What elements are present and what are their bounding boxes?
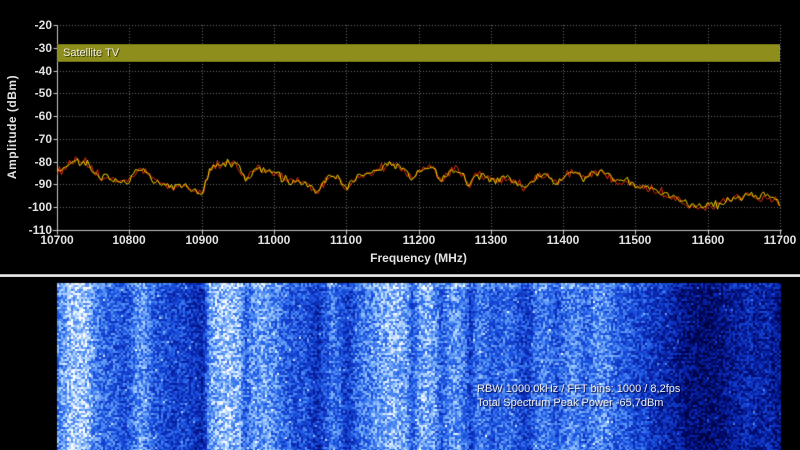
spectrum-panel: Satellite TV Amplitude (dBm) Frequency (… <box>0 0 800 274</box>
waterfall-panel: RBW 1000,0kHz / FFT bins: 1000 / 8,2fps … <box>0 277 800 450</box>
x-tick-label: 10700 <box>25 234 89 247</box>
y-tick-label: -90 <box>0 178 52 191</box>
band-marker-label: Satellite TV <box>57 45 780 61</box>
x-tick-label: 10900 <box>170 234 234 247</box>
x-tick-label: 11700 <box>748 234 800 247</box>
x-tick-label: 10800 <box>97 234 161 247</box>
frequency-axis-title: Frequency (MHz) <box>57 251 780 265</box>
y-tick-label: -70 <box>0 133 52 146</box>
y-tick-label: -100 <box>0 201 52 214</box>
satellite-tv-band-marker: Satellite TV <box>57 44 780 62</box>
x-tick-label: 11400 <box>531 234 595 247</box>
x-tick-label: 11100 <box>314 234 378 247</box>
y-tick-label: -80 <box>0 156 52 169</box>
x-tick-label: 11000 <box>242 234 306 247</box>
rbw-fft-status-text: RBW 1000,0kHz / FFT bins: 1000 / 8,2fps <box>477 382 680 396</box>
spectrum-analyzer-app: Satellite TV Amplitude (dBm) Frequency (… <box>0 0 800 450</box>
y-tick-label: -60 <box>0 110 52 123</box>
waterfall-status-overlay: RBW 1000,0kHz / FFT bins: 1000 / 8,2fps … <box>477 382 680 410</box>
y-tick-label: -40 <box>0 65 52 78</box>
y-tick-label: -50 <box>0 87 52 100</box>
x-tick-label: 11600 <box>676 234 740 247</box>
x-tick-label: 11500 <box>603 234 667 247</box>
y-tick-label: -20 <box>0 19 52 32</box>
peak-power-status-text: Total Spectrum Peak Power -65,7dBm <box>477 396 680 410</box>
x-tick-label: 11200 <box>387 234 451 247</box>
x-tick-label: 11300 <box>459 234 523 247</box>
waterfall-canvas[interactable] <box>0 277 800 450</box>
y-tick-label: -30 <box>0 42 52 55</box>
